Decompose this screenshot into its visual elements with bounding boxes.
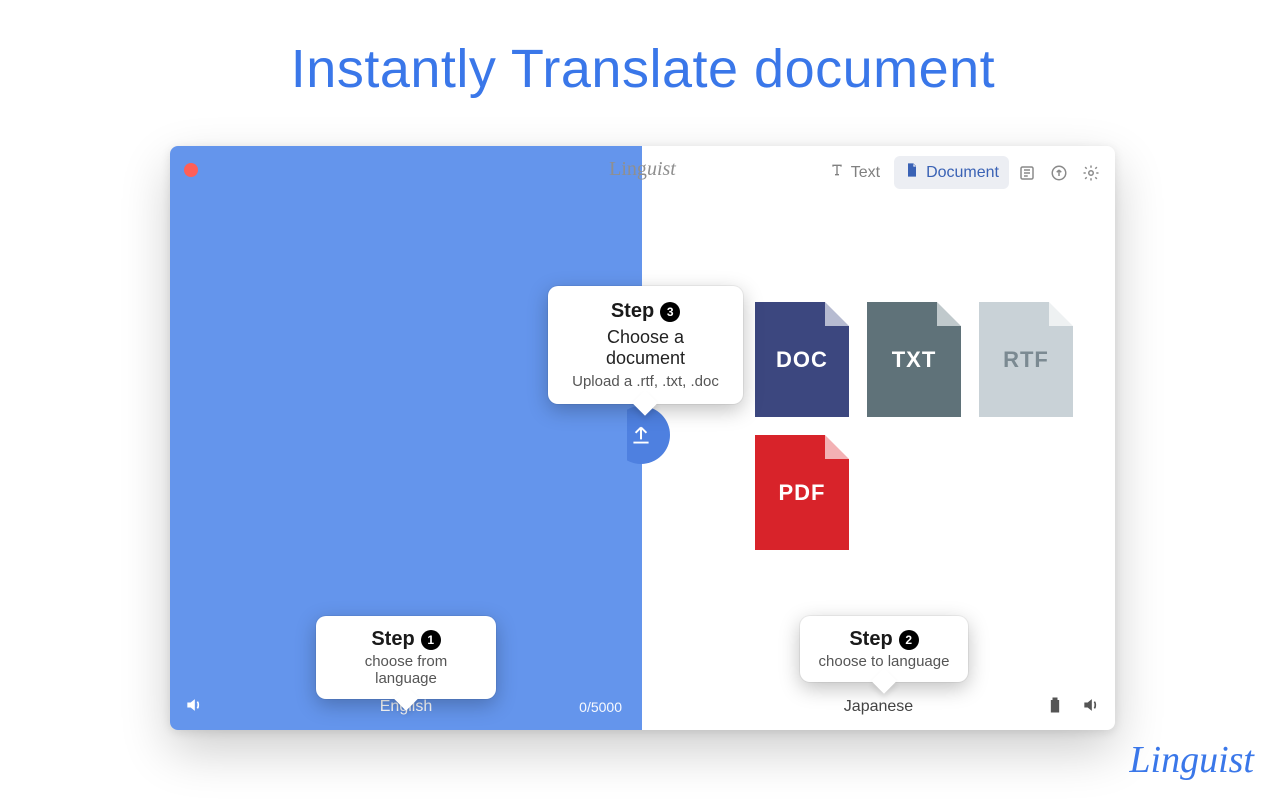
text-icon <box>829 162 845 183</box>
file-type-doc[interactable]: DOC <box>755 302 849 417</box>
close-window-button[interactable] <box>184 163 198 177</box>
tab-text[interactable]: Text <box>819 156 890 189</box>
step1-word: Step <box>371 628 414 651</box>
step3-title: Choose a document <box>568 327 723 369</box>
step2-word: Step <box>849 628 892 651</box>
tab-document[interactable]: Document <box>894 156 1009 189</box>
speaker-icon[interactable] <box>184 695 204 720</box>
brand-logo: Linguist <box>1129 738 1254 782</box>
tooltip-step3: Step 3 Choose a document Upload a .rtf, … <box>548 286 743 404</box>
step3-subtitle: Upload a .rtf, .txt, .doc <box>568 373 723 390</box>
app-title: Linguist <box>609 158 676 181</box>
file-type-rtf[interactable]: RTF <box>979 302 1073 417</box>
file-type-grid: DOC TXT RTF PDF <box>755 302 1095 550</box>
speaker-icon[interactable] <box>1081 695 1101 720</box>
toolbar: Text Document <box>819 156 1105 189</box>
upload-button[interactable] <box>612 406 670 464</box>
tab-text-label: Text <box>851 164 880 182</box>
step2-number: 2 <box>899 630 919 650</box>
titlebar: Linguist Text Document <box>170 146 1115 194</box>
step3-word: Step <box>611 300 654 323</box>
step3-number: 3 <box>660 302 680 322</box>
tooltip-step1: Step 1 choose from language <box>316 616 496 699</box>
headline-bold: document <box>754 39 995 99</box>
share-icon[interactable] <box>1045 159 1073 187</box>
step1-number: 1 <box>421 630 441 650</box>
char-count: 0/5000 <box>579 699 622 715</box>
document-icon <box>904 162 920 183</box>
step1-title: choose from language <box>332 653 480 687</box>
file-type-pdf[interactable]: PDF <box>755 435 849 550</box>
headline-prefix: Instantly Translate <box>291 39 754 99</box>
to-language-selector[interactable]: Japanese <box>844 698 913 716</box>
target-footer: Japanese <box>642 684 1115 730</box>
upload-icon <box>628 422 654 448</box>
clipboard-icon[interactable] <box>1045 695 1065 720</box>
tooltip-step2: Step 2 choose to language <box>800 616 968 682</box>
headline: Instantly Translate document <box>0 0 1286 100</box>
file-type-txt[interactable]: TXT <box>867 302 961 417</box>
tab-document-label: Document <box>926 164 999 182</box>
gear-icon[interactable] <box>1077 159 1105 187</box>
app-window: Linguist Text Document <box>170 146 1115 730</box>
history-icon[interactable] <box>1013 159 1041 187</box>
